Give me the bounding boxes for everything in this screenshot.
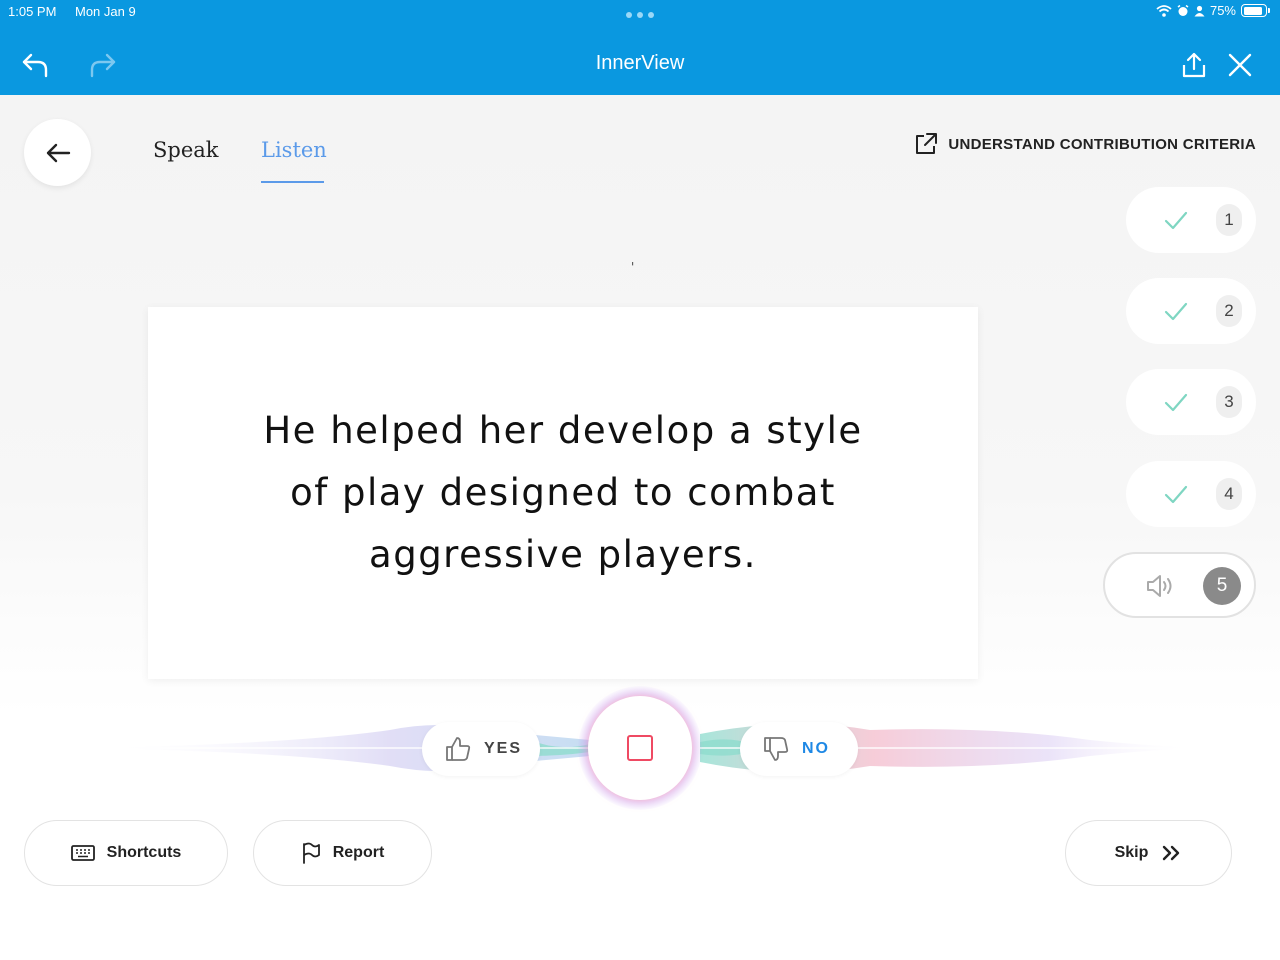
double-chevron-right-icon <box>1163 845 1180 861</box>
skip-button[interactable]: Skip <box>1065 820 1232 886</box>
keyboard-icon <box>70 845 95 861</box>
active-tab-indicator <box>261 181 324 183</box>
progress-item-3[interactable]: 3 <box>1126 369 1256 435</box>
flag-icon <box>302 842 320 864</box>
progress-number: 5 <box>1203 567 1241 605</box>
status-indicators: 75% <box>1156 3 1270 18</box>
contribution-criteria-link[interactable]: UNDERSTAND CONTRIBUTION CRITERIA <box>914 132 1256 156</box>
progress-item-5[interactable]: 5 <box>1103 552 1256 618</box>
tab-listen[interactable]: Listen <box>261 138 327 162</box>
progress-number: 1 <box>1216 204 1242 236</box>
stop-icon <box>627 735 653 761</box>
wifi-icon <box>1156 4 1172 17</box>
battery-percent: 75% <box>1209 3 1236 18</box>
progress-number: 2 <box>1216 295 1242 327</box>
progress-number: 4 <box>1216 478 1242 510</box>
shortcuts-button[interactable]: Shortcuts <box>24 820 228 886</box>
skip-label: Skip <box>1114 844 1149 861</box>
sentence-line: aggressive players. <box>369 533 757 576</box>
status-time: 1:05 PM <box>8 4 57 19</box>
battery-icon <box>1241 4 1267 17</box>
check-icon <box>1164 302 1188 321</box>
stop-recording-button[interactable] <box>588 696 692 800</box>
shortcuts-label: Shortcuts <box>106 844 182 861</box>
back-button[interactable] <box>24 119 91 186</box>
thumbs-down-icon <box>764 737 789 761</box>
progress-number: 3 <box>1216 386 1242 418</box>
report-label: Report <box>332 844 385 861</box>
progress-item-1[interactable]: 1 <box>1126 187 1256 253</box>
check-icon <box>1164 393 1188 412</box>
close-icon[interactable] <box>1225 50 1255 80</box>
sentence-text: He helped her develop a style of play de… <box>263 400 863 586</box>
arrow-left-icon <box>46 143 70 162</box>
progress-item-4[interactable]: 4 <box>1126 461 1256 527</box>
alarm-icon <box>1177 4 1189 16</box>
sentence-line: He helped her develop a style <box>263 409 863 452</box>
external-link-icon <box>916 133 938 154</box>
progress-item-2[interactable]: 2 <box>1126 278 1256 344</box>
no-button[interactable]: NO <box>740 722 858 776</box>
check-icon <box>1164 211 1188 230</box>
yes-button[interactable]: YES <box>422 722 540 776</box>
thumbs-up-icon <box>446 737 471 761</box>
report-button[interactable]: Report <box>253 820 432 886</box>
app-header: 1:05 PM Mon Jan 9 75% InnerView <box>0 0 1280 95</box>
sentence-card: He helped her develop a style of play de… <box>148 307 978 679</box>
person-icon <box>1194 5 1205 16</box>
app-title: InnerView <box>595 52 685 74</box>
share-icon[interactable] <box>1179 50 1209 80</box>
speaker-icon <box>1147 575 1172 597</box>
check-icon <box>1164 485 1188 504</box>
multitasking-dots-icon[interactable] <box>626 12 654 18</box>
status-date: Mon Jan 9 <box>75 4 136 19</box>
tab-speak[interactable]: Speak <box>153 138 219 162</box>
criteria-label: UNDERSTAND CONTRIBUTION CRITERIA <box>948 135 1256 153</box>
stray-mark: ' <box>631 260 635 274</box>
battery-tip <box>1268 8 1270 13</box>
yes-label: YES <box>484 740 523 757</box>
sentence-line: of play designed to combat <box>290 471 836 514</box>
no-label: NO <box>802 740 830 757</box>
